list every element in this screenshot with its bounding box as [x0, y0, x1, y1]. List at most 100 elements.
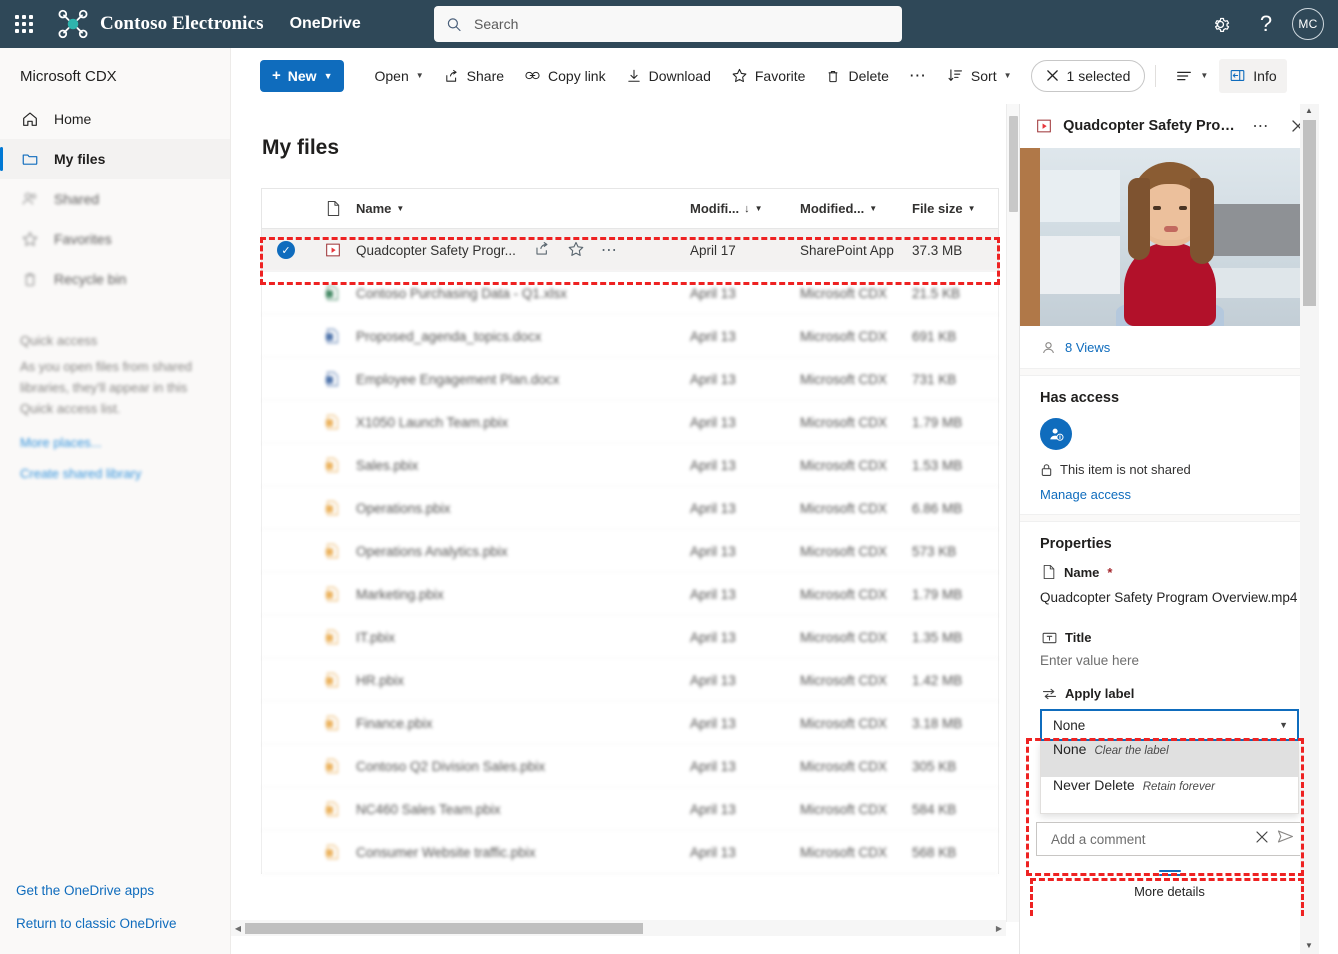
row-name-cell[interactable]: Consumer Website traffic.pbix	[356, 845, 690, 860]
file-name-label: NC460 Sales Team.pbix	[356, 802, 501, 817]
sidebar-item-shared[interactable]: Shared	[0, 179, 230, 219]
row-name-cell[interactable]: Quadcopter Safety Progr...	[356, 240, 690, 261]
scrollbar-thumb[interactable]	[1009, 116, 1018, 212]
table-row[interactable]: Marketing.pbix April 13 Microsoft CDX 1.…	[262, 573, 998, 616]
settings-button[interactable]	[1200, 4, 1240, 44]
user-avatar[interactable]: MC	[1292, 8, 1324, 40]
main-vertical-scrollbar[interactable]	[1006, 104, 1019, 922]
sidebar-item-recycle-bin[interactable]: Recycle bin	[0, 259, 230, 299]
share-icon[interactable]	[534, 240, 551, 260]
selection-count-pill[interactable]: 1 selected	[1031, 60, 1146, 92]
modified-by-column-header[interactable]: Modified... ▼	[800, 201, 912, 216]
more-details-link[interactable]: More details	[1020, 878, 1319, 899]
comment-send-button[interactable]	[1277, 829, 1294, 849]
more-details-area[interactable]: More details	[1020, 856, 1319, 899]
row-name-cell[interactable]: X1050 Launch Team.pbix	[356, 415, 690, 430]
more-options-button[interactable]: ⋯	[900, 60, 936, 92]
row-name-cell[interactable]: Contoso Purchasing Data - Q1.xlsx	[356, 286, 690, 301]
table-row[interactable]: HR.pbix April 13 Microsoft CDX 1.42 MB	[262, 659, 998, 702]
scrollbar-thumb[interactable]	[245, 923, 643, 934]
comment-clear-button[interactable]	[1255, 830, 1269, 849]
row-name-cell[interactable]: Operations.pbix	[356, 501, 690, 516]
row-name-cell[interactable]: Proposed_agenda_topics.docx	[356, 329, 690, 344]
scroll-left-arrow[interactable]: ◀	[231, 920, 245, 936]
table-row[interactable]: Proposed_agenda_topics.docx April 13 Mic…	[262, 315, 998, 358]
onedrive-app-window: Contoso Electronics OneDrive ? MC	[0, 0, 1338, 954]
info-pane-button[interactable]: Info	[1219, 59, 1286, 93]
table-row[interactable]: NC460 Sales Team.pbix April 13 Microsoft…	[262, 788, 998, 831]
copy-link-button[interactable]: Copy link	[515, 60, 615, 92]
add-comment-box[interactable]	[1036, 822, 1303, 856]
row-name-cell[interactable]: Sales.pbix	[356, 458, 690, 473]
row-name-cell[interactable]: Finance.pbix	[356, 716, 690, 731]
row-checkbox[interactable]: ✓	[262, 241, 310, 259]
video-thumbnail[interactable]	[1020, 148, 1319, 326]
table-row[interactable]: IT.pbix April 13 Microsoft CDX 1.35 MB	[262, 616, 998, 659]
favorite-button[interactable]: Favorite	[722, 60, 815, 92]
app-launcher-button[interactable]	[0, 0, 48, 48]
row-name-cell[interactable]: NC460 Sales Team.pbix	[356, 802, 690, 817]
apply-label-option-never-delete[interactable]: Never Delete Retain forever	[1041, 777, 1298, 813]
download-button[interactable]: Download	[617, 60, 720, 92]
comment-input[interactable]	[1049, 831, 1247, 848]
app-name-label[interactable]: OneDrive	[290, 15, 361, 33]
table-row[interactable]: Consumer Website traffic.pbix April 13 M…	[262, 831, 998, 874]
details-pane-scrollbar[interactable]: ▲ ▼	[1300, 104, 1319, 954]
table-row[interactable]: Contoso Q2 Division Sales.pbix April 13 …	[262, 745, 998, 788]
name-column-header[interactable]: Name ▼	[356, 201, 690, 216]
file-size-column-header[interactable]: File size ▼	[912, 201, 998, 216]
row-name-cell[interactable]: HR.pbix	[356, 673, 690, 688]
search-box[interactable]	[434, 6, 902, 42]
horizontal-scrollbar[interactable]: ◀ ▶	[231, 920, 1006, 936]
row-more-options-icon[interactable]: ⋯	[601, 240, 618, 260]
table-row[interactable]: ✓ Quadcopter Safety Progr...	[262, 229, 998, 272]
search-input[interactable]	[472, 15, 890, 33]
view-options-button[interactable]: ▼	[1166, 60, 1217, 92]
scroll-up-arrow[interactable]: ▲	[1305, 106, 1313, 115]
access-avatar-icon[interactable]	[1040, 418, 1072, 450]
details-more-options-button[interactable]: ⋯	[1248, 112, 1275, 140]
row-name-cell[interactable]: Marketing.pbix	[356, 587, 690, 602]
scroll-right-arrow[interactable]: ▶	[992, 920, 1006, 936]
file-type-column-header[interactable]	[310, 200, 356, 217]
row-name-cell[interactable]: Contoso Q2 Division Sales.pbix	[356, 759, 690, 774]
sidebar-item-favorites[interactable]: Favorites	[0, 219, 230, 259]
favorite-star-icon[interactable]	[567, 240, 585, 261]
open-button[interactable]: Open ▼	[358, 60, 432, 92]
help-button[interactable]: ?	[1246, 4, 1286, 44]
more-places-link[interactable]: More places...	[0, 419, 230, 450]
table-row[interactable]: X1050 Launch Team.pbix April 13 Microsof…	[262, 401, 998, 444]
name-property-value[interactable]: Quadcopter Safety Program Overview.mp4	[1040, 588, 1299, 608]
title-property-value[interactable]: Enter value here	[1040, 653, 1299, 668]
row-name-cell[interactable]: IT.pbix	[356, 630, 690, 645]
row-name-cell[interactable]: Operations Analytics.pbix	[356, 544, 690, 559]
resize-grabber-icon[interactable]	[1159, 870, 1181, 872]
apply-label-option-none[interactable]: None Clear the label	[1041, 741, 1298, 777]
delete-button[interactable]: Delete	[816, 60, 897, 92]
row-name-cell[interactable]: Employee Engagement Plan.docx	[356, 372, 690, 387]
brand-area[interactable]: Contoso Electronics	[48, 7, 264, 41]
table-row[interactable]: Finance.pbix April 13 Microsoft CDX 3.18…	[262, 702, 998, 745]
scrollbar-thumb[interactable]	[1303, 120, 1316, 306]
table-row[interactable]: Operations Analytics.pbix April 13 Micro…	[262, 530, 998, 573]
manage-access-link[interactable]: Manage access	[1040, 487, 1299, 502]
sort-button[interactable]: Sort ▼	[938, 60, 1021, 92]
scroll-down-arrow[interactable]: ▼	[1305, 941, 1313, 950]
row-modified-by: SharePoint App	[800, 243, 912, 258]
new-button[interactable]: + New ▼	[260, 60, 344, 92]
table-row[interactable]: Contoso Purchasing Data - Q1.xlsx April …	[262, 272, 998, 315]
sidebar-item-my-files[interactable]: My files	[0, 139, 230, 179]
table-row[interactable]: Operations.pbix April 13 Microsoft CDX 6…	[262, 487, 998, 530]
table-row[interactable]: Sales.pbix April 13 Microsoft CDX 1.53 M…	[262, 444, 998, 487]
get-onedrive-apps-link[interactable]: Get the OneDrive apps	[16, 874, 231, 907]
share-button[interactable]: Share	[435, 60, 513, 92]
table-row[interactable]: Employee Engagement Plan.docx April 13 M…	[262, 358, 998, 401]
sidebar-item-home[interactable]: Home	[0, 99, 230, 139]
modified-column-header[interactable]: Modifi... ↓ ▼	[690, 201, 800, 216]
apply-label-dropdown[interactable]: None ▼	[1040, 709, 1299, 741]
create-shared-library-link[interactable]: Create shared library	[0, 450, 230, 481]
views-row[interactable]: 8 Views	[1020, 326, 1319, 368]
help-icon: ?	[1260, 11, 1272, 37]
title-property-label: Title	[1042, 630, 1299, 645]
return-classic-onedrive-link[interactable]: Return to classic OneDrive	[16, 907, 231, 940]
